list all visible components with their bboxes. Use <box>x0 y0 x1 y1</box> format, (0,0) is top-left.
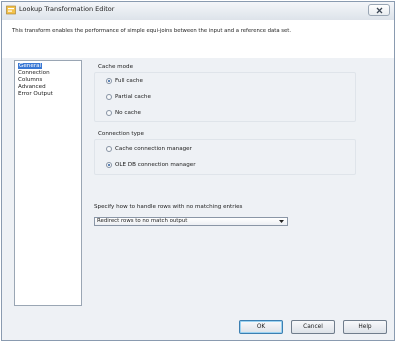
nav-item-label: Columns <box>18 77 43 83</box>
cache-connection-label[interactable]: Cache connection manager <box>115 146 192 152</box>
page-nav-list[interactable]: General Connection Columns Advanced Erro… <box>14 60 82 306</box>
app-icon <box>6 5 16 15</box>
transform-description: This transform enables the performance o… <box>12 28 292 34</box>
dialog-content: General Connection Columns Advanced Erro… <box>2 58 394 340</box>
nav-item-columns[interactable]: Columns <box>18 77 78 84</box>
cancel-button[interactable]: Cancel <box>291 320 335 334</box>
nav-item-connection[interactable]: Connection <box>18 70 78 77</box>
chevron-down-icon <box>279 220 284 223</box>
no-match-selected-value: Redirect rows to no match output <box>97 218 188 224</box>
cache-mode-label: Cache mode <box>98 64 134 70</box>
oledb-connection-label[interactable]: OLE DB connection manager <box>115 162 196 168</box>
nav-item-label: Error Output <box>18 91 53 97</box>
partial-cache-radio[interactable] <box>106 94 112 100</box>
no-cache-radio[interactable] <box>106 110 112 116</box>
nav-item-label: General <box>18 63 43 69</box>
no-match-dropdown[interactable]: Redirect rows to no match output <box>94 217 288 226</box>
title-bar[interactable]: Lookup Transformation Editor <box>2 2 394 21</box>
ok-button[interactable]: OK <box>239 320 283 334</box>
cache-connection-radio[interactable] <box>106 146 112 152</box>
full-cache-radio[interactable] <box>106 78 112 84</box>
nav-item-general[interactable]: General <box>18 63 78 70</box>
nav-item-error-output[interactable]: Error Output <box>18 91 78 98</box>
connection-type-group <box>94 139 356 175</box>
full-cache-label[interactable]: Full cache <box>115 78 143 84</box>
no-cache-label[interactable]: No cache <box>115 110 141 116</box>
connection-type-label: Connection type <box>98 131 144 137</box>
partial-cache-label[interactable]: Partial cache <box>115 94 151 100</box>
description-area: This transform enables the performance o… <box>2 20 394 59</box>
window-title: Lookup Transformation Editor <box>19 5 115 13</box>
help-button[interactable]: Help <box>343 320 387 334</box>
oledb-connection-radio[interactable] <box>106 162 112 168</box>
no-match-label: Specify how to handle rows with no match… <box>94 204 243 210</box>
nav-item-label: Advanced <box>18 84 46 90</box>
close-button[interactable] <box>368 4 390 16</box>
nav-item-label: Connection <box>18 70 50 76</box>
lookup-editor-window: Lookup Transformation Editor This transf… <box>1 1 395 341</box>
nav-item-advanced[interactable]: Advanced <box>18 84 78 91</box>
close-icon <box>376 7 383 14</box>
